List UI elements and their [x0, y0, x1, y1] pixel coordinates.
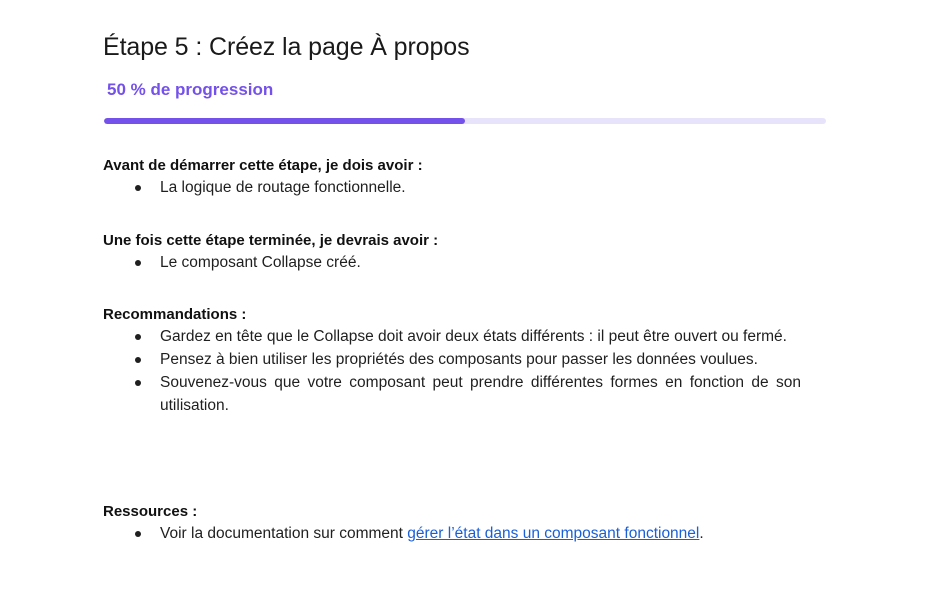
list-item: Gardez en tête que le Collapse doit avoi…	[103, 325, 813, 348]
list-item: Voir la documentation sur comment gérer …	[103, 522, 813, 545]
progress-bar-fill	[104, 118, 465, 124]
resources-heading: Ressources :	[103, 503, 198, 520]
prerequisites-section: Avant de démarrer cette étape, je dois a…	[103, 156, 813, 199]
list-item-text: Le composant Collapse créé.	[160, 254, 361, 271]
list-item-text: Gardez en tête que le Collapse doit avoi…	[160, 328, 787, 345]
list-item-text: La logique de routage fonctionnelle.	[160, 179, 406, 196]
recommendations-heading: Recommandations :	[103, 306, 247, 323]
bullet-icon	[135, 260, 141, 266]
recommendations-section: Recommandations : Gardez en tête que le …	[103, 305, 813, 417]
page-title: Étape 5 : Créez la page À propos	[103, 33, 470, 61]
outcomes-section: Une fois cette étape terminée, je devrai…	[103, 231, 813, 274]
outcomes-heading: Une fois cette étape terminée, je devrai…	[103, 232, 439, 249]
list-item-text: Souvenez-vous que votre composant peut p…	[160, 374, 801, 414]
list-item-text: Pensez à bien utiliser les propriétés de…	[160, 351, 758, 368]
bullet-icon	[135, 357, 141, 363]
resources-section: Ressources : Voir la documentation sur c…	[103, 502, 813, 545]
list-item: La logique de routage fonctionnelle.	[103, 176, 813, 199]
list-item-text-prefix: Voir la documentation sur comment	[160, 525, 408, 542]
prerequisites-heading: Avant de démarrer cette étape, je dois a…	[103, 157, 423, 174]
progress-bar	[104, 118, 826, 124]
list-item-text-suffix: .	[699, 525, 704, 542]
list-item: Pensez à bien utiliser les propriétés de…	[103, 348, 813, 371]
list-item: Le composant Collapse créé.	[103, 251, 813, 274]
bullet-icon	[135, 185, 141, 191]
progress-label: 50 % de progression	[107, 80, 274, 99]
list-item: Souvenez-vous que votre composant peut p…	[103, 371, 813, 417]
bullet-icon	[135, 531, 141, 537]
step-page: Étape 5 : Créez la page À propos 50 % de…	[0, 0, 939, 598]
bullet-icon	[135, 334, 141, 340]
documentation-link[interactable]: gérer l’état dans un composant fonctionn…	[407, 525, 699, 542]
bullet-icon	[135, 380, 141, 386]
